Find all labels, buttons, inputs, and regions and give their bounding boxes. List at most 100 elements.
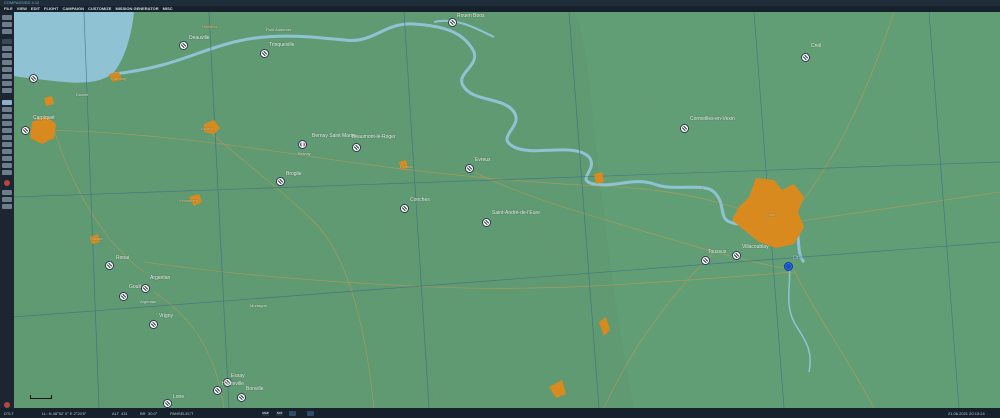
airbase-marker[interactable] <box>680 124 689 133</box>
airbase-marker[interactable] <box>149 320 158 329</box>
open-icon[interactable] <box>2 22 12 27</box>
layer-icon[interactable] <box>2 142 12 147</box>
layer-icon[interactable] <box>2 156 12 161</box>
airbase-label: Argentan <box>150 275 171 281</box>
layer-icon[interactable] <box>2 135 12 140</box>
airbase-label: Creil <box>811 43 822 49</box>
airbase-marker[interactable] <box>732 251 741 260</box>
airbase-label: Rouen Boos <box>457 13 485 19</box>
airbase-label: Orly <box>793 255 803 261</box>
airbase-label: Deauville <box>189 35 210 41</box>
airbase-label: Evreux <box>475 157 491 163</box>
airbase-label: Essay <box>231 373 245 379</box>
layer-icon[interactable] <box>2 121 12 126</box>
layer-icon[interactable] <box>2 100 12 105</box>
option-icon[interactable] <box>2 190 12 195</box>
town-label: Lisieux <box>201 126 214 131</box>
layer-icon[interactable] <box>2 114 12 119</box>
tool-icon[interactable] <box>2 67 12 72</box>
sat-mode-button[interactable]: SAT <box>276 411 283 416</box>
airbase-marker[interactable] <box>276 177 285 186</box>
airbase-marker[interactable] <box>701 256 710 265</box>
tool-icon[interactable] <box>2 46 12 51</box>
status-bar: DTLT LL: N 48°52' 0" E 2°20'5" ALT 431 B… <box>0 408 1000 418</box>
tool-icon[interactable] <box>2 88 12 93</box>
airbase-marker[interactable] <box>482 218 491 227</box>
airbase-marker[interactable] <box>237 393 246 402</box>
airbase-label: Carpiquet <box>33 115 55 121</box>
airbase-label: Cormeilles-en-Vexin <box>690 116 735 122</box>
airbase-label: Conches <box>410 197 430 203</box>
layer-toggle-button[interactable] <box>307 411 314 416</box>
airbase-marker[interactable] <box>21 126 30 135</box>
airbase-marker[interactable] <box>163 399 172 408</box>
coordinate-readout: LL: N 48°52' 0" E 2°20'5" <box>42 411 87 416</box>
altitude-label: ALT <box>112 411 120 416</box>
airbase-marker[interactable] <box>448 18 457 27</box>
airbase-label: Ronai <box>116 255 130 261</box>
airbase-marker[interactable] <box>400 204 409 213</box>
airbase-marker[interactable] <box>105 261 114 270</box>
layer-icon[interactable] <box>2 163 12 168</box>
airbase-marker[interactable] <box>260 49 269 58</box>
datetime-readout: 21.06.2021 20:13:24 <box>948 411 985 416</box>
airbase-label: Vrigny <box>159 313 173 319</box>
town-label: Évreux <box>400 164 413 169</box>
option-icon[interactable] <box>2 204 12 209</box>
layer-icon[interactable] <box>2 170 12 175</box>
town-label: Argentan <box>140 299 157 304</box>
tool-icon[interactable] <box>2 74 12 79</box>
airbase-label: Trinqueville <box>269 42 295 48</box>
airbase-label: Lorie <box>173 394 185 400</box>
tool-icon[interactable] <box>2 60 12 65</box>
airbase-marker[interactable] <box>801 53 810 62</box>
airbase-label: Saint-André-de-l'Eure <box>492 210 540 216</box>
new-icon[interactable] <box>2 15 12 20</box>
airbase-label: Honfleur <box>202 24 218 29</box>
layer-icon[interactable] <box>2 149 12 154</box>
layer-icon[interactable] <box>2 128 12 133</box>
window-title: COMPASS/ED 4.12 <box>4 0 40 5</box>
airbase-marker[interactable] <box>352 143 361 152</box>
zoom-readout: DTLT <box>4 411 14 416</box>
airbase-label: Hauteville <box>222 381 244 387</box>
layer-toggle-button[interactable] <box>289 411 296 416</box>
save-icon[interactable] <box>2 29 12 34</box>
town-label: Vimoutiers <box>179 198 198 203</box>
town-label: Falaise <box>90 236 103 241</box>
bearing-value: 30.0° <box>148 411 158 416</box>
airbase-label: Villacoublay <box>742 244 769 250</box>
airbase-label: Toussus <box>708 249 727 255</box>
tool-icon[interactable] <box>2 53 12 58</box>
option-icon[interactable] <box>2 197 12 202</box>
airbase-marker[interactable] <box>119 292 128 301</box>
airbase-label: Goult <box>129 284 141 290</box>
bearing-label: BR <box>140 411 146 416</box>
airbase-label: Bernay <box>298 151 311 156</box>
town-label: Dozulé <box>76 92 89 97</box>
airbase-label: Bernay Saint Martin <box>312 133 356 139</box>
map-mode-button[interactable]: MAP <box>262 411 269 416</box>
left-toolbar <box>0 12 14 408</box>
airbase-marker[interactable] <box>141 284 150 293</box>
airbase-marker-selected[interactable] <box>784 262 793 271</box>
airbase-marker[interactable] <box>465 164 474 173</box>
airbase-label: Broglie <box>286 171 302 177</box>
sea-area <box>14 12 134 83</box>
airbase-label: Beaumont-le-Roger <box>352 134 396 140</box>
airbase-marker[interactable] <box>213 386 222 395</box>
town-label: Mortagne <box>250 303 267 308</box>
mode-readout: PANSELECT <box>170 411 194 416</box>
airbase-marker-friendly[interactable] <box>298 140 307 149</box>
airbase-marker[interactable] <box>29 74 38 83</box>
tool-icon[interactable] <box>2 39 12 44</box>
layer-icon[interactable] <box>2 107 12 112</box>
scale-bar <box>30 395 52 399</box>
airbase-label: Pont Audemer <box>266 27 292 32</box>
map-view[interactable]: Cabourg Caen Lisieux Vimoutiers Falaise … <box>14 12 1000 408</box>
tool-icon[interactable] <box>2 81 12 86</box>
record-icon[interactable] <box>4 180 10 186</box>
town-label: Cabourg <box>111 76 127 81</box>
altitude-value: 431 <box>121 411 128 416</box>
airbase-marker[interactable] <box>179 41 188 50</box>
